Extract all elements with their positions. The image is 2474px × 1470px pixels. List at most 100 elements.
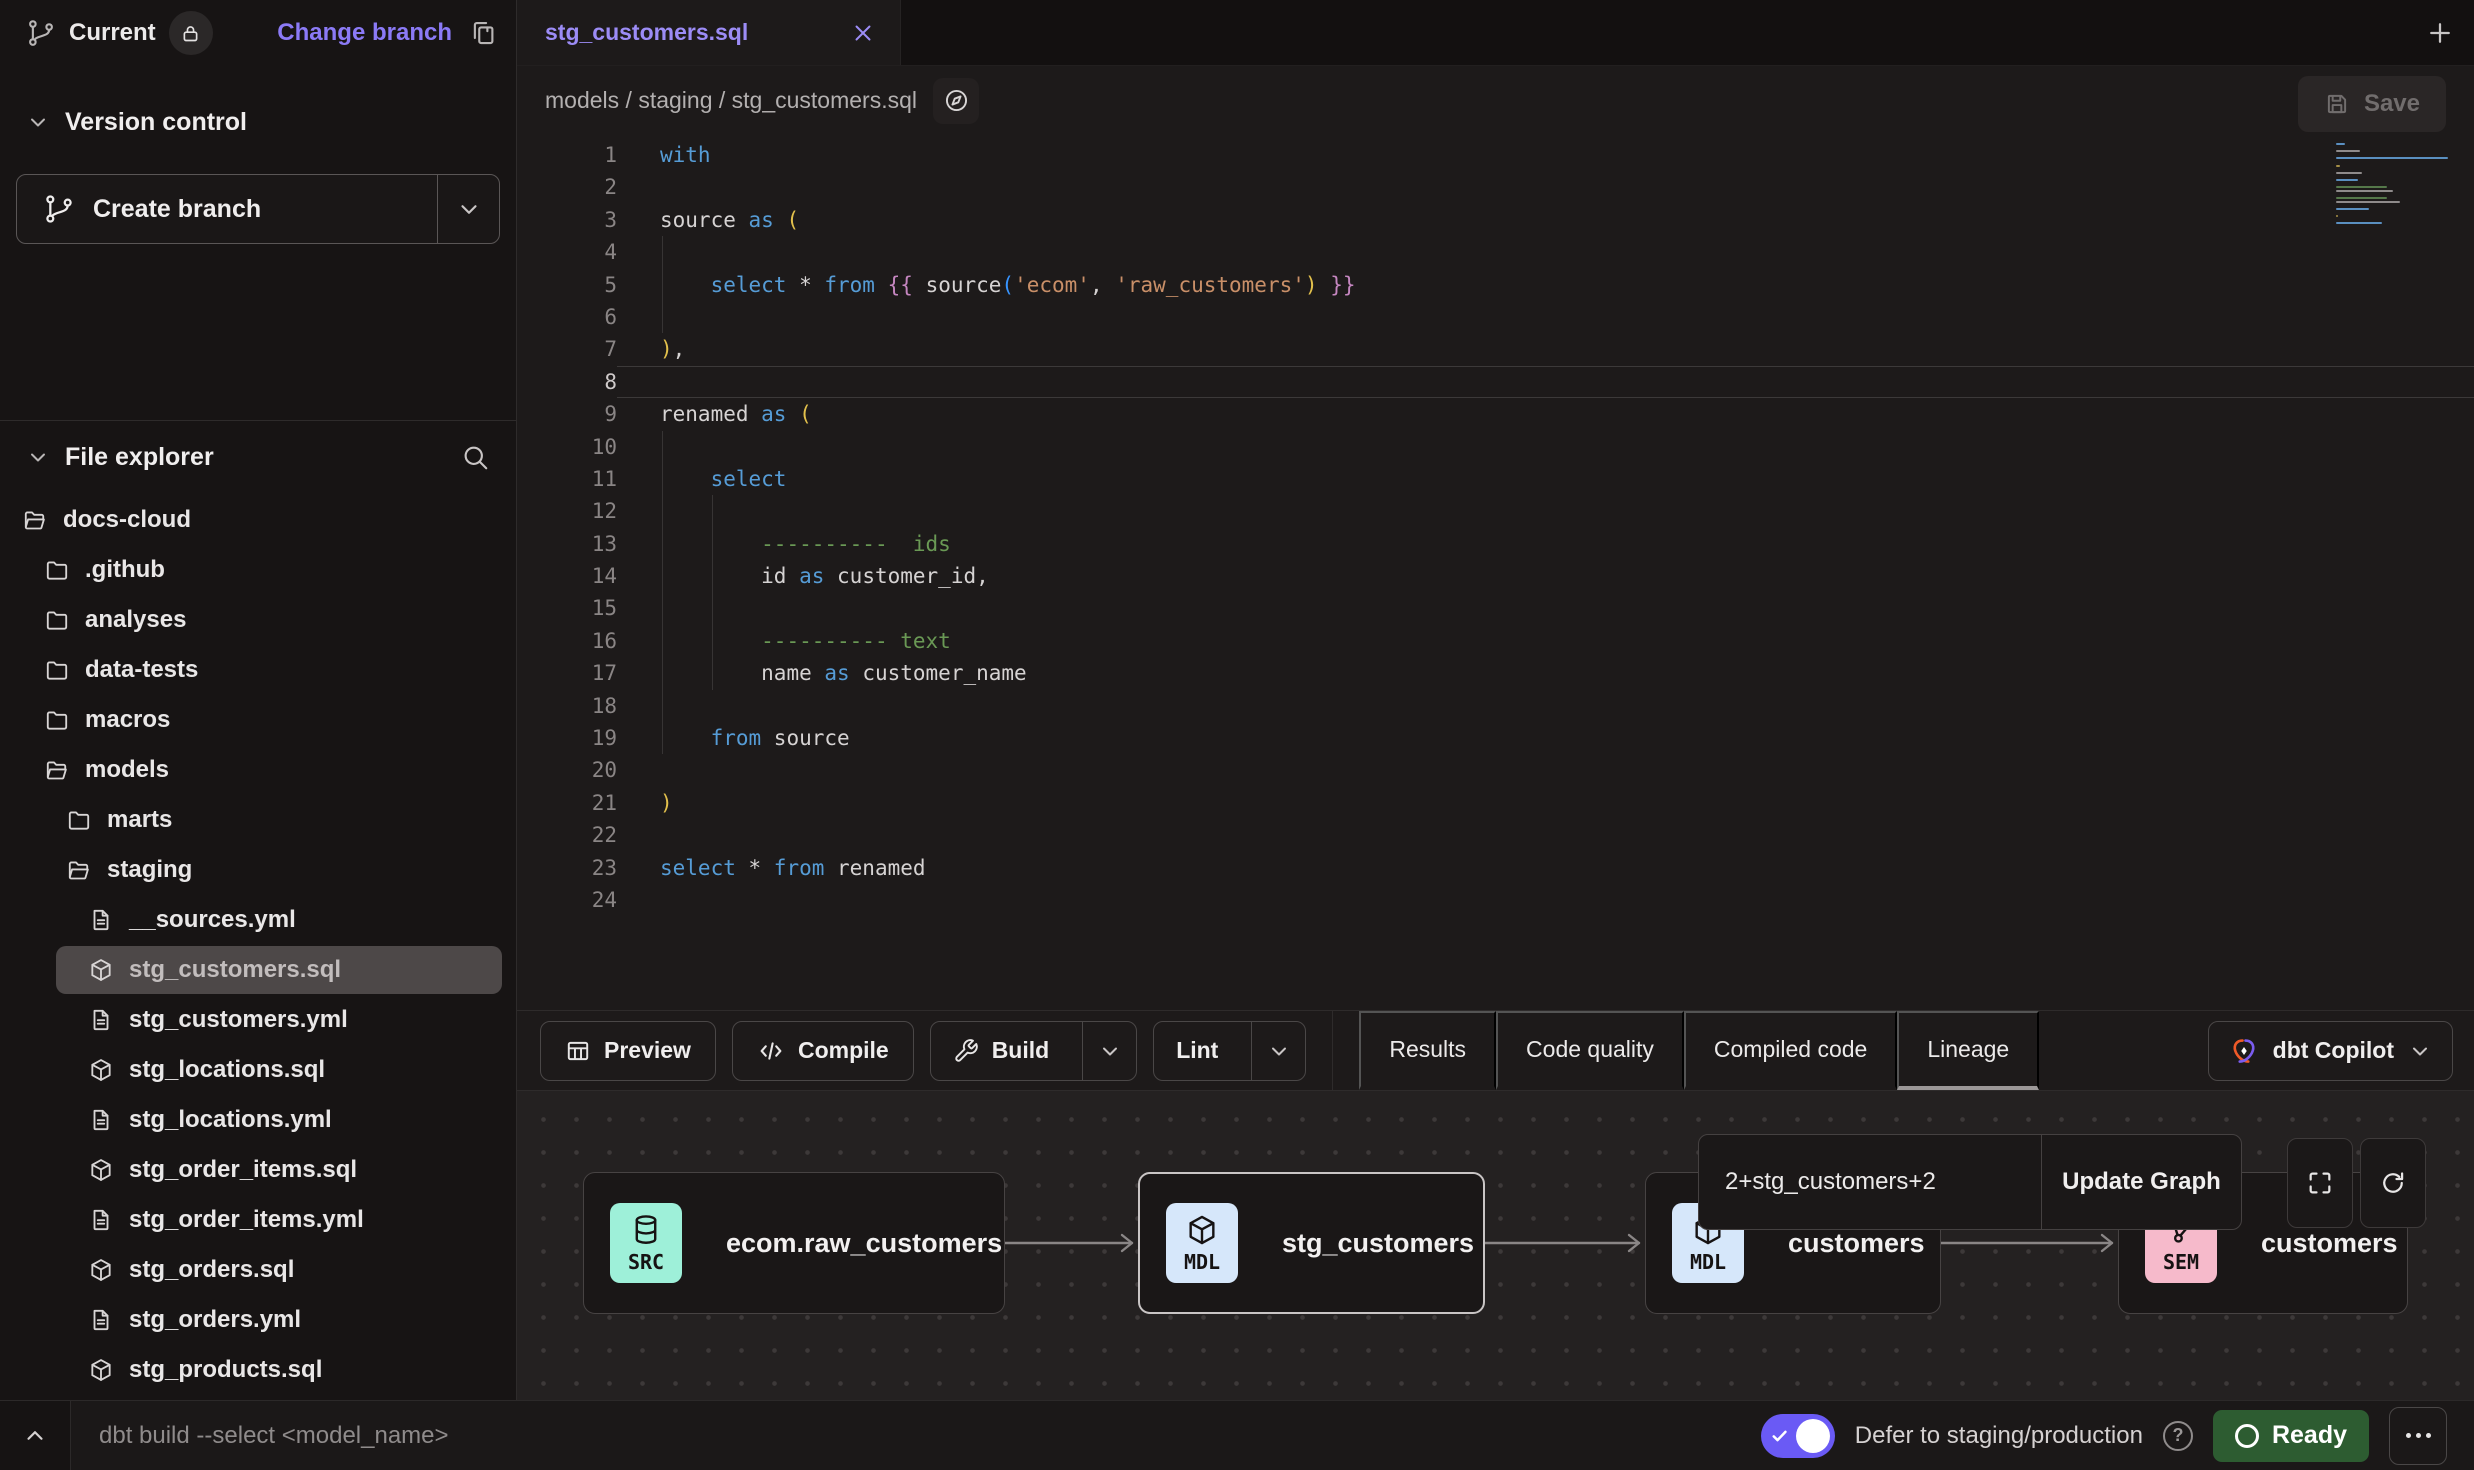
tree-item-docs-cloud[interactable]: docs-cloud	[0, 495, 516, 545]
tree-item-stg-order-items-yml[interactable]: stg_order_items.yml	[0, 1195, 516, 1245]
indent-guide	[662, 625, 663, 657]
line-number: 7	[517, 333, 617, 365]
panel-tab-code-quality[interactable]: Code quality	[1496, 1011, 1684, 1090]
code-line-18[interactable]: 18	[517, 690, 2474, 722]
code-line-19[interactable]: 19 from source	[517, 722, 2474, 754]
code-line-14[interactable]: 14 id as customer_id,	[517, 560, 2474, 592]
refresh-button[interactable]	[2360, 1138, 2426, 1228]
code-line-22[interactable]: 22	[517, 819, 2474, 851]
build-label: Build	[992, 1037, 1050, 1064]
panel-tab-results[interactable]: Results	[1359, 1011, 1496, 1090]
panel-tab-compiled-code[interactable]: Compiled code	[1684, 1011, 1897, 1090]
new-tab-button[interactable]	[2422, 15, 2458, 51]
tree-item-models[interactable]: models	[0, 745, 516, 795]
tree-item--github[interactable]: .github	[0, 545, 516, 595]
update-graph-button[interactable]: Update Graph	[2041, 1135, 2241, 1229]
build-dropdown[interactable]	[1082, 1022, 1136, 1080]
indent-guide	[712, 495, 713, 527]
more-options-button[interactable]	[2389, 1407, 2447, 1465]
indent-guide	[662, 722, 663, 754]
code-line-8[interactable]: 8	[517, 366, 2474, 398]
code-line-4[interactable]: 4	[517, 236, 2474, 268]
lint-dropdown[interactable]	[1251, 1022, 1305, 1080]
dbt-copilot-button[interactable]: dbt Copilot	[2208, 1021, 2453, 1081]
tree-item-stg-customers-yml[interactable]: stg_customers.yml	[0, 995, 516, 1045]
ready-label: Ready	[2272, 1421, 2347, 1450]
preview-button[interactable]: Preview	[540, 1021, 716, 1081]
close-tab-icon[interactable]	[850, 20, 876, 46]
code-line-11[interactable]: 11 select	[517, 463, 2474, 495]
code-line-6[interactable]: 6	[517, 301, 2474, 333]
lineage-node-stg-customers[interactable]: MDLstg_customers	[1138, 1172, 1485, 1314]
indent-guide	[662, 560, 663, 592]
code-line-9[interactable]: 9renamed as (	[517, 398, 2474, 430]
create-branch-button[interactable]: Create branch	[16, 174, 500, 244]
code-line-23[interactable]: 23select * from renamed	[517, 852, 2474, 884]
change-branch-link[interactable]: Change branch	[277, 19, 452, 47]
tree-item-macros[interactable]: macros	[0, 695, 516, 745]
tree-item-stg-locations-sql[interactable]: stg_locations.sql	[0, 1045, 516, 1095]
line-number: 18	[517, 690, 617, 722]
lineage-selector-input[interactable]: 2+stg_customers+2	[1699, 1135, 2041, 1229]
tree-item-stg-order-items-sql[interactable]: stg_order_items.sql	[0, 1145, 516, 1195]
code-line-12[interactable]: 12	[517, 495, 2474, 527]
fullscreen-icon	[2306, 1169, 2334, 1197]
search-icon[interactable]	[460, 442, 490, 472]
tree-item--sources-yml[interactable]: __sources.yml	[0, 895, 516, 945]
code-editor[interactable]: 1with23source as (45 select * from {{ so…	[517, 135, 2474, 1010]
code-line-10[interactable]: 10	[517, 431, 2474, 463]
code-line-13[interactable]: 13 ---------- ids	[517, 528, 2474, 560]
defer-toggle[interactable]	[1761, 1414, 1835, 1458]
create-branch-dropdown[interactable]	[437, 175, 499, 243]
file-explorer-header[interactable]: File explorer	[0, 421, 516, 493]
help-icon[interactable]: ?	[2163, 1421, 2193, 1451]
tree-item-data-tests[interactable]: data-tests	[0, 645, 516, 695]
minimap[interactable]	[2336, 143, 2448, 229]
lint-button[interactable]: Lint	[1153, 1021, 1306, 1081]
chevron-down-icon	[456, 196, 482, 222]
indent-guide	[662, 592, 663, 624]
code-line-1[interactable]: 1with	[517, 139, 2474, 171]
code-line-21[interactable]: 21)	[517, 787, 2474, 819]
code-line-16[interactable]: 16 ---------- text	[517, 625, 2474, 657]
code-line-15[interactable]: 15	[517, 592, 2474, 624]
tree-item-stg-locations-yml[interactable]: stg_locations.yml	[0, 1095, 516, 1145]
tree-item-stg-customers-sql[interactable]: stg_customers.sql	[0, 945, 516, 995]
code-line-content	[617, 884, 2474, 916]
fullscreen-button[interactable]	[2287, 1138, 2353, 1228]
command-input[interactable]: dbt build --select <model_name>	[99, 1422, 449, 1450]
tree-item-staging[interactable]: staging	[0, 845, 516, 895]
minimap-line	[2336, 208, 2369, 210]
code-line-7[interactable]: 7),	[517, 333, 2474, 365]
tree-item-stg-orders-yml[interactable]: stg_orders.yml	[0, 1295, 516, 1345]
tree-item-stg-orders-sql[interactable]: stg_orders.sql	[0, 1245, 516, 1295]
panel-tab-lineage[interactable]: Lineage	[1897, 1011, 2039, 1090]
tab-stg-customers-sql[interactable]: stg_customers.sql	[517, 0, 901, 65]
tree-item-stg-products-sql[interactable]: stg_products.sql	[0, 1345, 516, 1395]
line-number: 21	[517, 787, 617, 819]
code-line-5[interactable]: 5 select * from {{ source('ecom', 'raw_c…	[517, 269, 2474, 301]
tree-item-analyses[interactable]: analyses	[0, 595, 516, 645]
node-type-badge: MDL	[1166, 1203, 1238, 1283]
code-line-content	[617, 690, 2474, 722]
code-line-20[interactable]: 20	[517, 754, 2474, 786]
lineage-graph[interactable]: 2+stg_customers+2 Update Graph SRCecom.r…	[517, 1091, 2474, 1400]
folder-icon	[44, 707, 70, 733]
copy-icon[interactable]	[468, 18, 498, 48]
code-line-2[interactable]: 2	[517, 171, 2474, 203]
code-line-24[interactable]: 24	[517, 884, 2474, 916]
save-button[interactable]: Save	[2298, 76, 2446, 132]
build-button[interactable]: Build	[930, 1021, 1138, 1081]
code-line-3[interactable]: 3source as (	[517, 204, 2474, 236]
version-control-header[interactable]: Version control	[0, 90, 516, 154]
tree-item-marts[interactable]: marts	[0, 795, 516, 845]
compile-button[interactable]: Compile	[732, 1021, 914, 1081]
command-bar-expand-button[interactable]	[0, 1401, 71, 1470]
command-bar[interactable]: dbt build --select <model_name> Defer to…	[71, 1401, 2474, 1470]
lineage-node-ecom-raw-customers[interactable]: SRCecom.raw_customers	[583, 1172, 1005, 1314]
code-line-17[interactable]: 17 name as customer_name	[517, 657, 2474, 689]
ready-status-button[interactable]: Ready	[2213, 1410, 2369, 1462]
copilot-compass-button[interactable]	[933, 78, 979, 124]
lint-label: Lint	[1176, 1037, 1218, 1064]
code-line-content	[617, 171, 2474, 203]
